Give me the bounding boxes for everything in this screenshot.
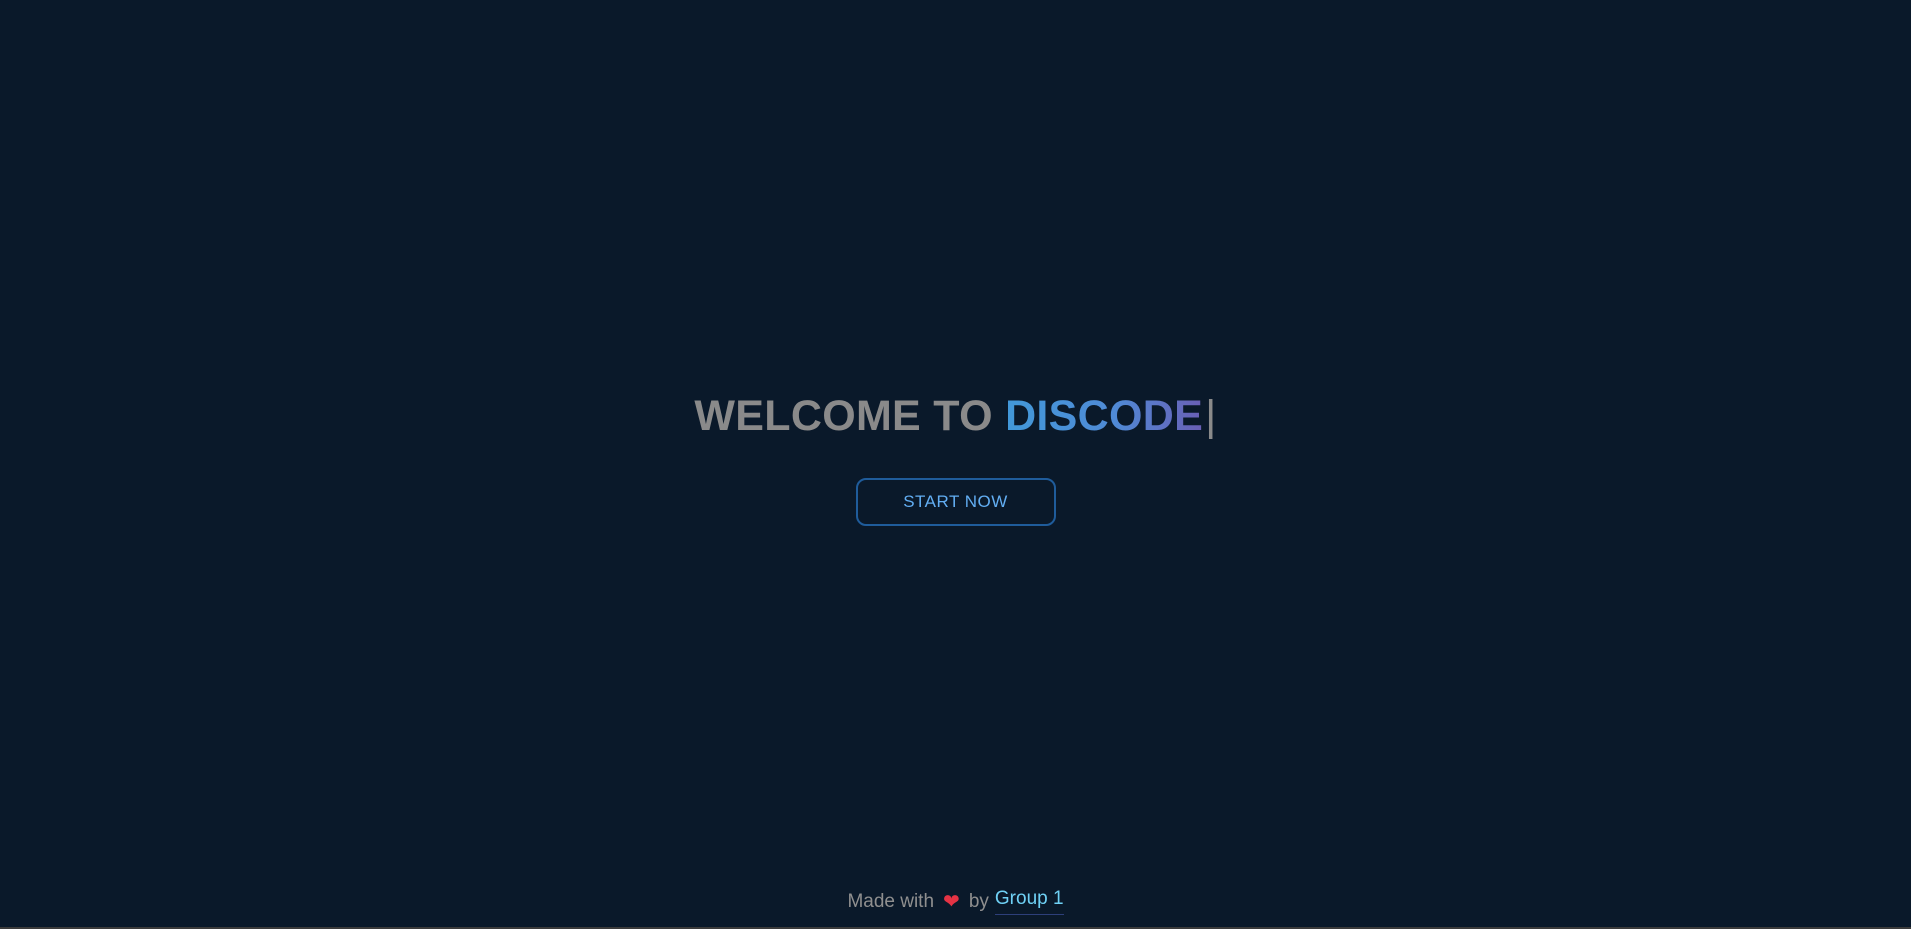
heart-icon: ❤ <box>943 890 960 913</box>
author-link[interactable]: Group 1 <box>994 888 1064 915</box>
footer: Made with ❤ by Group 1 <box>0 888 1911 915</box>
welcome-headline: WELCOME TO DISCODE| <box>694 388 1216 444</box>
headline-prefix: WELCOME TO <box>694 392 1006 440</box>
typing-cursor: | <box>1205 392 1217 440</box>
by-text: by <box>968 890 989 912</box>
brand-name: DISCODE <box>1005 392 1204 440</box>
start-now-button[interactable]: START NOW <box>855 478 1056 526</box>
made-with-text: Made with <box>847 890 935 912</box>
hero-section: WELCOME TO DISCODE| START NOW <box>0 388 1911 526</box>
landing-page: WELCOME TO DISCODE| START NOW Made with … <box>0 0 1911 929</box>
